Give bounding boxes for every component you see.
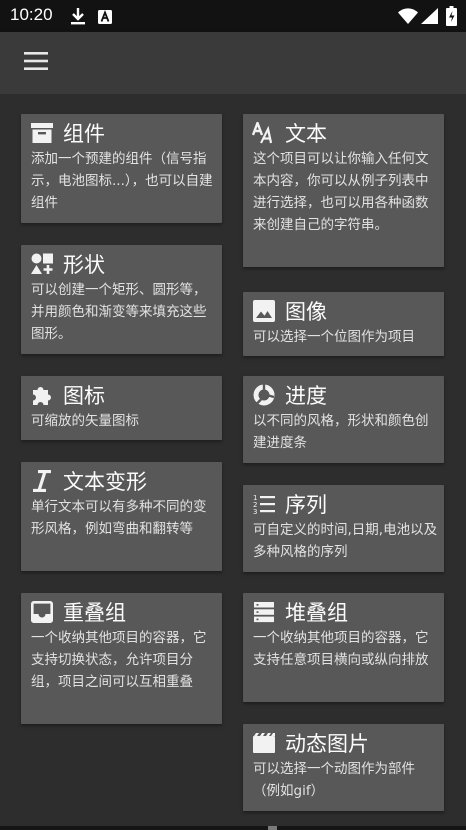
card-title: 组件 xyxy=(63,122,105,146)
shape-icon xyxy=(30,252,54,276)
card-title: 动态图片 xyxy=(285,732,369,756)
status-time: 10:20 xyxy=(10,5,53,24)
card-description: 可以选择一个位图作为项目 xyxy=(253,329,415,345)
list-numbered-icon: 123 xyxy=(252,492,276,516)
italic-text-icon xyxy=(30,469,54,493)
card-description: 单行文本可以有多种不同的变形风格，例如弯曲和翻转等 xyxy=(31,499,207,537)
battery-icon xyxy=(446,6,457,30)
card-title: 序列 xyxy=(285,493,327,517)
card-image[interactable]: 图像 可以选择一个位图作为项目 xyxy=(243,292,444,356)
card-title: 图像 xyxy=(285,300,327,324)
card-description: 添加一个预建的组件（信号指示，电池图标...），也可以自建组件 xyxy=(31,151,213,211)
status-bar: 10:20 xyxy=(0,0,466,32)
card-progress[interactable]: 进度 以不同的风格，形状和颜色创建进度条 xyxy=(243,376,444,463)
card-overlap-group[interactable]: 重叠组 一个收纳其他项目的容器，它支持切换状态，允许项目分组，项目之间可以互相重… xyxy=(21,593,222,724)
overlap-group-icon xyxy=(30,600,54,624)
progress-icon xyxy=(252,383,276,407)
hamburger-menu-icon xyxy=(24,52,48,74)
bottom-edge xyxy=(0,826,466,830)
card-title: 堆叠组 xyxy=(285,601,348,625)
wifi-icon xyxy=(398,8,418,28)
card-text-transform[interactable]: 文本变形 单行文本可以有多种不同的变形风格，例如弯曲和翻转等 xyxy=(21,462,222,571)
card-title: 文本 xyxy=(285,122,327,146)
card-description: 一个收纳其他项目的容器，它支持任意项目横向或纵向排放 xyxy=(253,630,429,668)
card-component[interactable]: 组件 添加一个预建的组件（信号指示，电池图标...），也可以自建组件 xyxy=(21,114,222,223)
app-bar xyxy=(0,32,466,94)
card-description: 可自定义的时间,日期,电池以及多种风格的序列 xyxy=(253,522,438,560)
a-notification-icon xyxy=(98,9,112,28)
component-icon xyxy=(30,121,54,145)
card-title: 形状 xyxy=(63,253,105,277)
card-title: 重叠组 xyxy=(63,601,126,625)
item-picker-grid: 组件 添加一个预建的组件（信号指示，电池图标...），也可以自建组件 形状 可以… xyxy=(0,94,466,830)
card-icon-item[interactable]: 图标 可缩放的矢量图标 xyxy=(21,376,222,440)
card-description: 一个收纳其他项目的容器，它支持切换状态，允许项目分组，项目之间可以互相重叠 xyxy=(31,630,207,690)
download-icon xyxy=(70,7,86,29)
movie-icon xyxy=(252,731,276,755)
card-description: 以不同的风格，形状和颜色创建进度条 xyxy=(253,413,429,451)
card-description: 可以创建一个矩形、圆形等，并用颜色和渐变等来填充这些图形。 xyxy=(31,282,207,342)
puzzle-icon xyxy=(30,383,54,407)
card-stack-group[interactable]: 堆叠组 一个收纳其他项目的容器，它支持任意项目横向或纵向排放 xyxy=(243,593,444,702)
scroll-indicator xyxy=(268,826,277,830)
card-series[interactable]: 123 序列 可自定义的时间,日期,电池以及多种风格的序列 xyxy=(243,485,444,572)
card-title: 图标 xyxy=(63,384,105,408)
image-icon xyxy=(252,299,276,323)
stack-group-icon xyxy=(252,600,276,624)
card-title: 文本变形 xyxy=(63,470,147,494)
card-text[interactable]: 文本 这个项目可以让你输入任何文本内容，你可以从例子列表中进行选择，也可以用各种… xyxy=(243,114,444,267)
card-description: 这个项目可以让你输入任何文本内容，你可以从例子列表中进行选择，也可以用各种函数来… xyxy=(253,151,429,233)
card-description: 可以选择一个动图作为部件（例如gif） xyxy=(253,761,415,799)
text-icon xyxy=(252,121,276,145)
card-animated-image[interactable]: 动态图片 可以选择一个动图作为部件（例如gif） xyxy=(243,724,444,811)
signal-icon xyxy=(421,8,438,28)
svg-text:3: 3 xyxy=(253,508,257,515)
card-title: 进度 xyxy=(285,384,327,408)
card-shape[interactable]: 形状 可以创建一个矩形、圆形等，并用颜色和渐变等来填充这些图形。 xyxy=(21,245,222,354)
menu-button[interactable] xyxy=(14,44,58,82)
card-description: 可缩放的矢量图标 xyxy=(31,413,139,429)
